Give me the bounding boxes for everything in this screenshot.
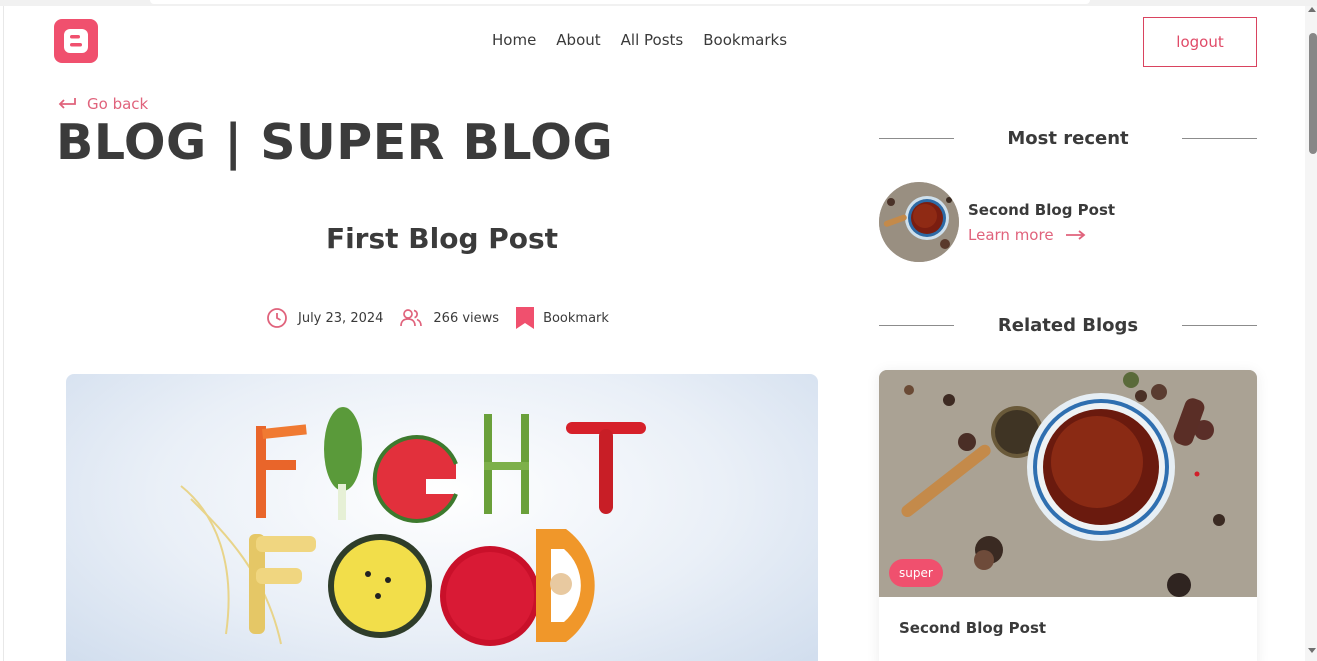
scroll-up-arrow-icon[interactable] xyxy=(1308,7,1316,12)
tea-cup-image xyxy=(879,182,959,262)
fight-food-illustration xyxy=(180,407,646,646)
page-scrollbar[interactable] xyxy=(1305,6,1317,661)
blogger-logo-icon[interactable] xyxy=(54,19,98,63)
post-date-text: July 23, 2024 xyxy=(298,310,384,326)
scroll-down-arrow-icon[interactable] xyxy=(1308,648,1316,653)
recent-post-title[interactable]: Second Blog Post xyxy=(968,201,1115,219)
related-blogs-label: Related Blogs xyxy=(997,315,1139,336)
go-back-label: Go back xyxy=(87,95,149,113)
post-views-text: 266 views xyxy=(433,310,500,326)
divider xyxy=(879,325,954,326)
bookmark-label: Bookmark xyxy=(543,310,609,326)
arrow-right-icon xyxy=(1065,230,1085,240)
related-blog-title[interactable]: Second Blog Post xyxy=(899,619,1046,637)
related-blogs-heading: Related Blogs xyxy=(879,315,1257,336)
scrollbar-thumb[interactable] xyxy=(1309,33,1317,154)
blogger-logo-glyph xyxy=(64,29,88,53)
learn-more-label: Learn more xyxy=(968,226,1054,244)
post-title: First Blog Post xyxy=(325,222,559,255)
post-date: July 23, 2024 xyxy=(266,307,383,329)
main-nav: Home About All Posts Bookmarks xyxy=(492,31,787,49)
recent-post-thumbnail[interactable] xyxy=(879,182,959,262)
page-title: BLOG | SUPER BLOG xyxy=(56,114,614,171)
nav-about-link[interactable]: About xyxy=(556,31,600,49)
browser-address-bar-edge xyxy=(150,0,1090,4)
page: Home About All Posts Bookmarks logout Go… xyxy=(3,6,1305,661)
nav-home-link[interactable]: Home xyxy=(492,31,536,49)
bookmark-icon xyxy=(516,307,535,329)
divider xyxy=(1182,138,1257,139)
arrow-return-left-icon xyxy=(58,98,76,109)
post-hero-image xyxy=(66,374,818,661)
go-back-link[interactable]: Go back xyxy=(57,95,148,113)
nav-all-posts-link[interactable]: All Posts xyxy=(621,31,684,49)
post-meta: July 23, 2024 266 views Bookmark xyxy=(266,306,625,330)
divider xyxy=(1182,325,1257,326)
bookmark-button[interactable]: Bookmark xyxy=(515,306,609,330)
most-recent-label: Most recent xyxy=(1007,128,1129,149)
logout-button[interactable]: logout xyxy=(1143,17,1257,67)
category-tag[interactable]: super xyxy=(889,559,943,587)
divider xyxy=(879,138,954,139)
nav-bookmarks-link[interactable]: Bookmarks xyxy=(703,31,787,49)
post-views: 266 views xyxy=(399,308,499,328)
most-recent-heading: Most recent xyxy=(879,128,1257,149)
learn-more-link[interactable]: Learn more xyxy=(968,226,1086,244)
clock-icon xyxy=(267,308,287,328)
related-blog-card[interactable]: super Second Blog Post xyxy=(879,370,1257,661)
users-icon xyxy=(400,309,423,327)
